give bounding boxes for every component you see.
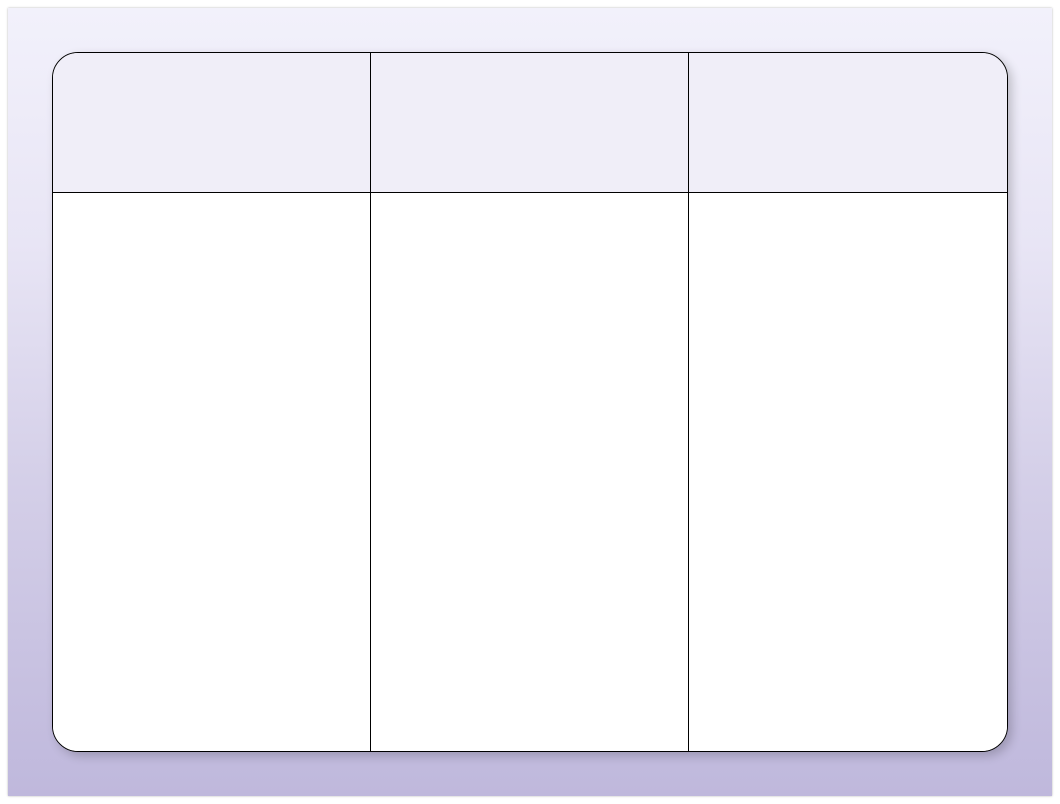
- table-body-cell-1[interactable]: [53, 193, 371, 751]
- table-body-cell-2[interactable]: [371, 193, 689, 751]
- table-grid: [53, 53, 1007, 751]
- table-body-cell-3[interactable]: [689, 193, 1007, 751]
- table-header-cell-3[interactable]: [689, 53, 1007, 193]
- table-header-cell-2[interactable]: [371, 53, 689, 193]
- table-header-cell-1[interactable]: [53, 53, 371, 193]
- table-container: [52, 52, 1008, 752]
- slide-background: [8, 8, 1052, 796]
